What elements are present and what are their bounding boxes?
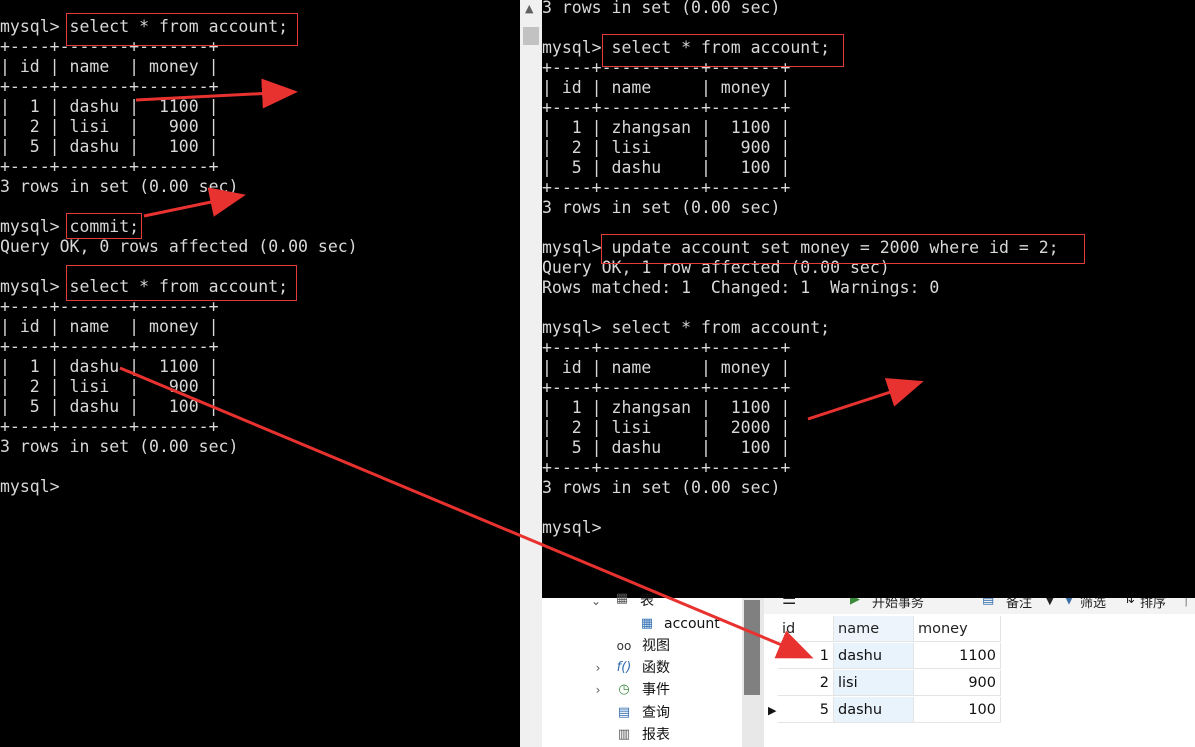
terminal-line: | 5 | dashu | 100 | [542,438,791,457]
terminal-line: | 5 | dashu | 100 | [542,158,791,177]
right-terminal-window[interactable]: 3 rows in set (0.00 sec) mysql> select *… [542,0,1195,598]
tree-label: 报表 [642,727,670,743]
terminal-line: mysql> [0,477,60,496]
terminal-line: | 2 | lisi | 2000 | [542,418,791,437]
column-header-name[interactable]: name [834,616,914,642]
cell-name[interactable]: dashu [834,697,914,723]
play-icon: ▶ [850,598,860,607]
notes-button[interactable]: 备注 [1006,598,1032,611]
tree-item-events[interactable]: › ◷ 事件 [542,679,742,701]
function-icon: f() [616,660,632,675]
highlight-box-select-2 [66,265,297,301]
highlight-box-select-1 [66,13,298,46]
cell-name[interactable]: dashu [834,643,914,669]
menu-icon[interactable]: ☰ [782,598,796,608]
tree-label: 表 [640,593,654,606]
note-icon: ▤ [982,598,995,607]
terminal-line: | 1 | dashu | 1100 | [0,97,219,116]
terminal-line: mysql> [542,518,602,537]
scrollbar-thumb[interactable] [744,600,760,695]
terminal-line: +----+----------+-------+ [542,338,791,357]
tree-label: 视图 [642,638,670,654]
filter-icon: ▼ [1064,598,1074,607]
highlight-box-commit [66,213,142,239]
terminal-line: 3 rows in set (0.00 sec) [542,198,781,217]
cell-id[interactable]: 5 [778,697,834,723]
cell-name[interactable]: lisi [834,670,914,696]
left-terminal-window[interactable]: mysql> select * from account; +----+----… [0,0,520,747]
terminal-line: | id | name | money | [0,57,219,76]
terminal-line: | 2 | lisi | 900 | [0,377,219,396]
scroll-up-arrow-icon[interactable]: ▲ [525,2,533,15]
chevron-down-icon[interactable]: ▼ [1046,598,1054,607]
table-icon: ▦ [615,591,629,606]
sort-button[interactable]: 排序 [1140,598,1166,611]
chevron-right-icon[interactable]: › [592,679,604,701]
terminal-line: | 1 | zhangsan | 1100 | [542,118,791,137]
filter-button[interactable]: 筛选 [1080,598,1106,611]
begin-transaction-button[interactable]: 开始事务 [872,598,924,611]
terminal-scrollbar[interactable]: ▲ [520,0,542,747]
report-icon: ▥ [617,727,631,742]
terminal-line: +----+-------+-------+ [0,417,219,436]
terminal-line: Rows matched: 1 Changed: 1 Warnings: 0 [542,278,940,297]
cell-id[interactable]: 2 [778,670,834,696]
terminal-line: +----+----------+-------+ [542,178,791,197]
terminal-line: Query OK, 0 rows affected (0.00 sec) [0,237,358,256]
terminal-line: | id | name | money | [542,78,791,97]
column-header-id[interactable]: id [778,616,834,642]
terminal-line: | 1 | dashu | 1100 | [0,357,219,376]
terminal-line: +----+-------+-------+ [0,157,219,176]
highlight-box-select [602,34,844,67]
highlight-box-update [601,234,1085,264]
tree-item-views[interactable]: oo 视图 [542,635,742,657]
terminal-line: +----+----------+-------+ [542,378,791,397]
tree-scrollbar[interactable] [742,598,764,747]
tree-label: account [664,616,720,632]
data-grid[interactable]: id name money 1 dashu 1100 2 lisi 900 ▶ … [764,614,1195,747]
current-row-indicator-icon: ▶ [768,704,777,717]
terminal-line: +----+----------+-------+ [542,98,791,117]
chevron-right-icon[interactable]: › [592,657,604,679]
terminal-line: +----+----------+-------+ [542,458,791,477]
query-icon: ▤ [617,705,631,720]
tree-item-reports[interactable]: ▥ 报表 [542,724,742,746]
terminal-line: mysql> select * from account; [542,318,831,337]
tree-item-queries[interactable]: ▤ 查询 [542,702,742,724]
terminal-line: 3 rows in set (0.00 sec) [0,177,239,196]
terminal-line: | id | name | money | [0,317,219,336]
terminal-line: 3 rows in set (0.00 sec) [0,437,239,456]
cell-id[interactable]: 1 [778,643,834,669]
clock-icon: ◷ [618,682,630,697]
terminal-line: | 2 | lisi | 900 | [0,117,219,136]
scrollbar-thumb[interactable] [523,27,539,45]
toolbar-divider: | [1184,598,1189,607]
glasses-icon: oo [616,639,632,653]
terminal-line: | 5 | dashu | 100 | [0,137,219,156]
tree-item-functions[interactable]: › f() 函数 [542,657,742,679]
grid-toolbar: ☰ ▶ 开始事务 ▤ 备注 ▼ ▼ 筛选 ⇅ 排序 | [764,598,1195,614]
terminal-line: | 2 | lisi | 900 | [542,138,791,157]
tree-item-tables[interactable]: ⌄ ▦ 表 [542,590,742,606]
cell-money[interactable]: 100 [914,697,1001,723]
terminal-line: 3 rows in set (0.00 sec) [542,478,781,497]
chevron-down-icon[interactable]: ⌄ [590,590,602,606]
terminal-line: 3 rows in set (0.00 sec) [542,0,781,17]
terminal-line: +----+-------+-------+ [0,337,219,356]
tree-label: 事件 [642,682,670,698]
terminal-line: +----+-------+-------+ [0,77,219,96]
navicat-panel: ⌄ ▦ 表 ▦ account oo 视图 › f() 函数 › ◷ 事件 ▤ … [542,591,1195,747]
sort-icon: ⇅ [1124,598,1135,607]
table-icon: ▦ [640,616,654,631]
tree-item-account[interactable]: ▦ account [542,613,742,635]
column-header-money[interactable]: money [914,616,1001,642]
terminal-line: | 5 | dashu | 100 | [0,397,219,416]
cell-money[interactable]: 900 [914,670,1001,696]
terminal-line: | id | name | money | [542,358,791,377]
terminal-line: | 1 | zhangsan | 1100 | [542,398,791,417]
tree-label: 查询 [642,705,670,721]
cell-money[interactable]: 1100 [914,643,1001,669]
tree-label: 函数 [642,660,670,676]
object-tree: ⌄ ▦ 表 ▦ account oo 视图 › f() 函数 › ◷ 事件 ▤ … [542,591,742,747]
